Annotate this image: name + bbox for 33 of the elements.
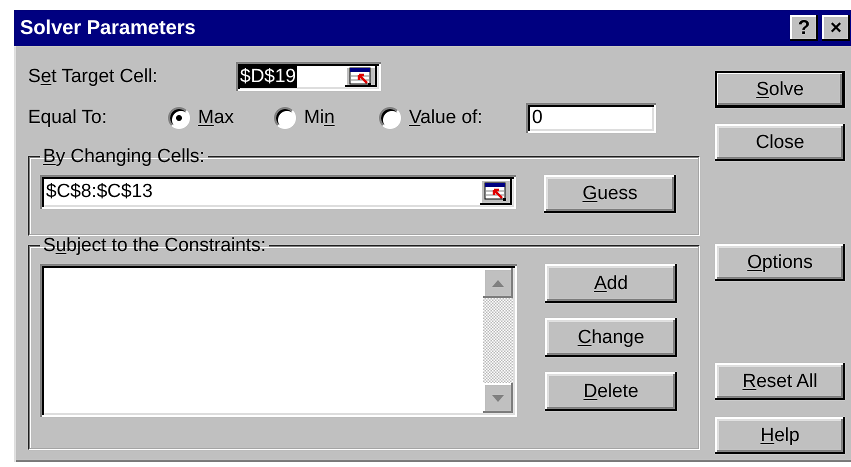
cell-reference-field[interactable]: $C$8:$C$13 [45, 181, 154, 203]
change-button[interactable]: Change [545, 318, 677, 357]
down-arrow-icon [492, 394, 504, 402]
solve-button[interactable]: Solve [715, 71, 845, 108]
radio-button[interactable] [274, 107, 296, 129]
help-button[interactable]: Help [715, 417, 845, 454]
guess-button[interactable]: Guess [544, 175, 676, 213]
cell-picker-button[interactable] [345, 66, 377, 87]
cell-reference-field[interactable]: $D$19 [239, 66, 297, 88]
value-field[interactable]: 0 [526, 103, 656, 133]
close-button[interactable]: × [822, 15, 850, 41]
scroll-down-button[interactable] [483, 383, 513, 413]
equal-to-label: Equal To: [28, 107, 108, 129]
help-button[interactable]: ? [790, 15, 818, 41]
cell-picker-button[interactable] [480, 179, 512, 205]
close-button[interactable]: Close [715, 124, 845, 161]
radio-label: Min [304, 107, 335, 129]
target-cell-label: Set Target Cell: [28, 66, 159, 88]
radio-button[interactable] [168, 107, 190, 129]
radio-label: Value of: [409, 107, 483, 129]
constraints-list[interactable] [40, 264, 517, 417]
radio-label: Max [198, 107, 234, 129]
delete-button[interactable]: Delete [545, 372, 677, 411]
window-title: Solver Parameters [20, 16, 197, 40]
group-label: Subject to the Constraints: [42, 236, 267, 256]
add-button[interactable]: Add [545, 264, 677, 303]
reset-all-button[interactable]: Reset All [715, 363, 845, 400]
scroll-up-button[interactable] [483, 268, 513, 298]
group-label: By Changing Cells: [42, 147, 206, 167]
options-button[interactable]: Options [715, 244, 845, 281]
radio-button[interactable] [379, 107, 401, 129]
scrollbar[interactable] [483, 268, 513, 413]
up-arrow-icon [492, 280, 504, 286]
